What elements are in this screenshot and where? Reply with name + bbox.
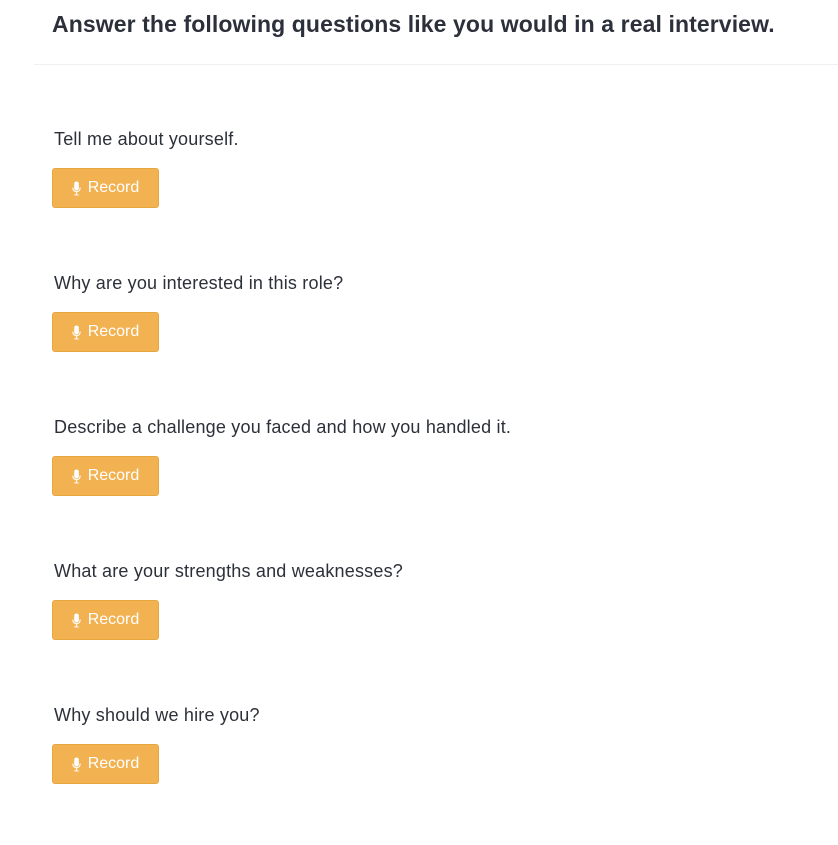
microphone-icon <box>72 180 82 196</box>
question-item: Why are you interested in this role? Rec… <box>52 269 812 413</box>
microphone-icon <box>72 756 82 772</box>
microphone-icon <box>72 468 82 484</box>
question-text: What are your strengths and weaknesses? <box>54 561 403 581</box>
question-item: Why should we hire you? Record <box>52 701 812 845</box>
record-button-label: Record <box>87 323 140 340</box>
microphone-icon <box>72 324 82 340</box>
record-button[interactable]: Record <box>52 312 159 352</box>
record-button-label: Record <box>87 179 140 196</box>
microphone-icon <box>72 612 82 628</box>
record-button[interactable]: Record <box>52 600 159 640</box>
header-divider <box>34 64 838 65</box>
question-list: Tell me about yourself. Record Why are y… <box>52 125 812 845</box>
question-item: Tell me about yourself. Record <box>52 125 812 269</box>
record-button[interactable]: Record <box>52 456 159 496</box>
question-item: Describe a challenge you faced and how y… <box>52 413 812 557</box>
question-text: Why are you interested in this role? <box>54 273 344 293</box>
record-button-label: Record <box>87 755 140 772</box>
record-button-label: Record <box>87 467 140 484</box>
page-title: Answer the following questions like you … <box>52 11 775 37</box>
record-button[interactable]: Record <box>52 744 159 784</box>
question-text: Describe a challenge you faced and how y… <box>54 417 512 437</box>
question-text: Why should we hire you? <box>54 705 260 725</box>
record-button[interactable]: Record <box>52 168 159 208</box>
question-text: Tell me about yourself. <box>54 129 239 149</box>
record-button-label: Record <box>87 611 140 628</box>
question-item: What are your strengths and weaknesses? … <box>52 557 812 701</box>
